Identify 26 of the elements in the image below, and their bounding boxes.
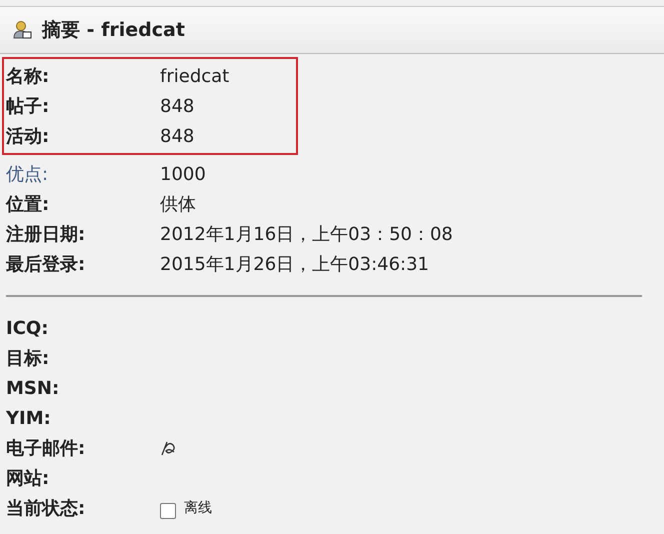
field-label: ICQ: — [5, 318, 50, 338]
field-value: 848 — [160, 126, 194, 146]
field-label: 名称: — [4, 65, 50, 88]
panel-title: 摘要 - friedcat — [42, 18, 185, 43]
field-label: 最后登录: — [5, 253, 86, 276]
field-label: MSN: — [5, 378, 60, 398]
email-icon[interactable] — [160, 439, 178, 457]
field-value: friedcat — [160, 66, 230, 86]
field-value: 2012年1月16日，上午03：50：08 — [160, 223, 453, 246]
user-icon — [12, 20, 32, 40]
field-label: 目标: — [5, 347, 50, 370]
field-value: 1000 — [160, 164, 206, 184]
status-text: 离线 — [184, 499, 212, 517]
field-label: 网站: — [5, 467, 50, 490]
field-label: YIM: — [5, 408, 52, 428]
field-value: 848 — [160, 96, 194, 116]
field-label: 电子邮件: — [5, 437, 86, 460]
field-value: 供体 — [160, 193, 196, 216]
field-label-link[interactable]: 优点: — [4, 162, 160, 186]
field-label: 帖子: — [5, 95, 50, 118]
field-label: 当前状态: — [5, 497, 86, 520]
field-label: 注册日期: — [4, 223, 86, 246]
field-value: 2015年1月26日，上午03:46:31 — [160, 253, 430, 276]
status-checkbox[interactable] — [160, 503, 176, 519]
field-label: 位置: — [4, 193, 50, 216]
field-label: 活动: — [4, 125, 50, 148]
